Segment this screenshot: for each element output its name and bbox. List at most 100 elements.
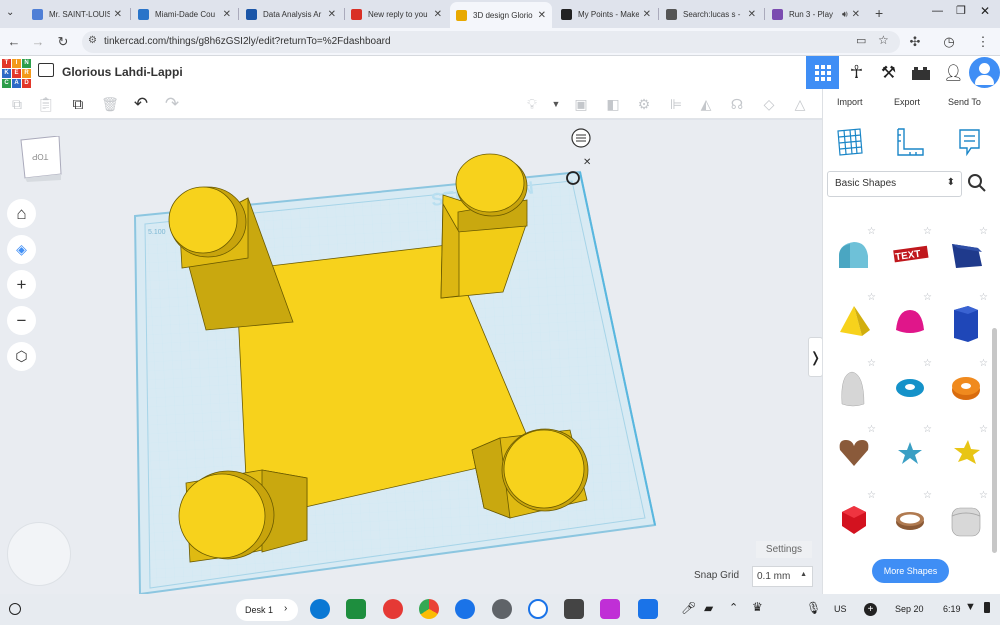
workplane-scene[interactable]: 5.100 SELECTION — [0, 120, 822, 594]
paint-icon[interactable] — [383, 599, 403, 619]
panel-scrollbar[interactable] — [992, 328, 997, 553]
workplane-canvas[interactable]: 5.100 SELECTION — [0, 120, 822, 594]
close-icon[interactable]: ✕ — [643, 9, 651, 20]
redo-icon[interactable]: ↷ — [162, 94, 182, 113]
star-icon[interactable]: ☆ — [867, 292, 876, 303]
export-button[interactable]: Export — [894, 97, 920, 107]
settings-button[interactable]: Settings — [756, 541, 812, 558]
shape-star-teal[interactable]: ☆ — [884, 424, 934, 482]
star-icon[interactable]: ☆ — [923, 424, 932, 435]
battery-icon[interactable] — [984, 602, 990, 613]
browser-tab[interactable]: Mr. SAINT-LOUIS ✕ — [26, 3, 128, 25]
microphone-icon[interactable]: 🎤︎ — [681, 601, 696, 615]
forward-icon[interactable]: → — [30, 34, 46, 50]
close-window-icon[interactable]: ✕ — [980, 4, 990, 18]
url-input[interactable]: ⚙︎ tinkercad.com/things/g8h6zGSI2ly/edit… — [82, 31, 900, 53]
zoom-out-button[interactable]: − — [7, 306, 36, 335]
undo-icon[interactable]: ↶ — [131, 94, 151, 113]
view-compass[interactable] — [7, 522, 71, 586]
browser-tab[interactable]: My Points - Make ✕ — [555, 3, 657, 25]
folder-icon[interactable] — [638, 599, 658, 619]
star-icon[interactable]: ☆ — [923, 490, 932, 501]
pickaxe-icon[interactable]: ⚒ — [872, 56, 905, 89]
browser-tab[interactable]: Data Analysis Ar ✕ — [240, 3, 342, 25]
shape-rounded-box[interactable]: ☆ — [940, 490, 990, 548]
search-icon[interactable] — [967, 173, 987, 196]
panel-collapse-button[interactable]: ❭ — [808, 337, 823, 377]
minimize-icon[interactable]: — — [932, 5, 943, 17]
close-icon[interactable]: ✕ — [114, 9, 122, 20]
skype-icon[interactable] — [528, 599, 548, 619]
sim-lab-icon[interactable]: ☥ — [840, 56, 873, 89]
chevron-down-icon[interactable]: ▼ — [546, 95, 566, 113]
files-icon[interactable] — [564, 599, 584, 619]
browser-tab[interactable]: New reply to you ✕ — [345, 3, 448, 25]
tray-microphone-icon[interactable]: 🎙︎ — [806, 601, 821, 615]
camera-icon[interactable] — [455, 599, 475, 619]
star-icon[interactable]: ☆ — [979, 424, 988, 435]
close-icon[interactable]: ✕ — [328, 9, 336, 20]
onenote-icon[interactable] — [600, 599, 620, 619]
shape-gem[interactable]: ☆ — [828, 490, 878, 548]
settings-icon[interactable] — [492, 599, 512, 619]
time-label[interactable]: 6:19 — [943, 604, 961, 614]
shape-polygon-prism[interactable]: ☆ — [940, 292, 990, 350]
star-icon[interactable]: ☆ — [979, 358, 988, 369]
perspective-button[interactable]: ⬡ — [7, 342, 36, 371]
tinkercad-logo[interactable]: T I N K E R C A D — [2, 59, 31, 88]
import-button[interactable]: Import — [837, 97, 863, 107]
add-icon[interactable]: + — [864, 603, 877, 616]
duplicate-icon[interactable]: ⧉ — [68, 95, 88, 113]
workplane-icon[interactable]: ☊ — [727, 95, 747, 113]
bricks-icon[interactable] — [904, 56, 937, 89]
speaker-icon[interactable]: 🔊︎ — [842, 9, 848, 20]
menu-dots-icon[interactable]: ⋮ — [975, 34, 991, 50]
restore-icon[interactable]: ❐ — [956, 4, 966, 17]
site-info-icon[interactable]: ⚙︎ — [88, 35, 97, 46]
close-icon[interactable]: ✕ — [748, 9, 756, 20]
tab-search-button[interactable]: ⌄ — [6, 7, 14, 18]
shape-half-cylinder[interactable]: ☆ — [828, 226, 878, 284]
shape-heart[interactable]: ☆ — [828, 424, 878, 482]
delete-icon[interactable]: 🗑︎ — [100, 95, 120, 113]
visibility-icon[interactable]: △ — [790, 95, 810, 113]
bookmark-star-icon[interactable]: ☆ — [878, 33, 889, 47]
notes-tool-icon[interactable] — [957, 127, 983, 162]
launcher-icon[interactable] — [9, 603, 21, 615]
star-icon[interactable]: ☆ — [979, 226, 988, 237]
desk-switcher[interactable]: Desk 1 › — [236, 599, 298, 621]
avatar[interactable] — [969, 57, 1000, 88]
shape-tube-orange[interactable]: ☆ — [940, 358, 990, 416]
copy-icon[interactable]: ⧉ — [7, 95, 27, 113]
design-title[interactable]: Glorious Lahdi-Lappi — [62, 65, 183, 79]
cast-icon[interactable]: ▭ — [856, 34, 866, 47]
3d-view-button[interactable] — [806, 56, 839, 89]
mirror-icon[interactable]: ◭ — [696, 95, 716, 113]
ungroup-icon[interactable]: ◧ — [603, 95, 623, 113]
shape-star-yellow[interactable]: ☆ — [940, 424, 990, 482]
ruler-tool-icon[interactable] — [895, 127, 925, 162]
chrome-icon[interactable] — [419, 599, 439, 619]
group-icon[interactable]: ▣ — [571, 95, 591, 113]
star-icon[interactable]: ☆ — [867, 226, 876, 237]
star-icon[interactable]: ☆ — [979, 292, 988, 303]
more-shapes-button[interactable]: More Shapes — [872, 559, 949, 583]
cruise-icon[interactable]: ⚙︎ — [634, 95, 654, 113]
extensions-icon[interactable]: ✣ — [907, 34, 923, 50]
star-icon[interactable]: ☆ — [867, 490, 876, 501]
star-icon[interactable]: ☆ — [923, 226, 932, 237]
keyboard-language[interactable]: US — [834, 604, 847, 614]
wifi-icon[interactable]: ▼ — [965, 601, 976, 613]
browser-tab[interactable]: Miami-Dade Cou ✕ — [132, 3, 237, 25]
star-icon[interactable]: ☆ — [867, 358, 876, 369]
design-list-icon[interactable] — [38, 63, 54, 77]
shape-torus-blue[interactable]: ☆ — [884, 358, 934, 416]
tray-app-icon[interactable]: ♛ — [752, 600, 763, 614]
shape-text[interactable]: ☆ TEXT — [884, 226, 934, 284]
star-icon[interactable]: ☆ — [867, 424, 876, 435]
chevron-up-icon[interactable]: ⌃ — [729, 601, 738, 614]
close-icon[interactable]: ✕ — [434, 9, 442, 20]
shape-half-sphere[interactable]: ☆ — [884, 292, 934, 350]
add-user-icon[interactable]: 👤︎ — [937, 56, 970, 89]
star-icon[interactable]: ☆ — [979, 490, 988, 501]
